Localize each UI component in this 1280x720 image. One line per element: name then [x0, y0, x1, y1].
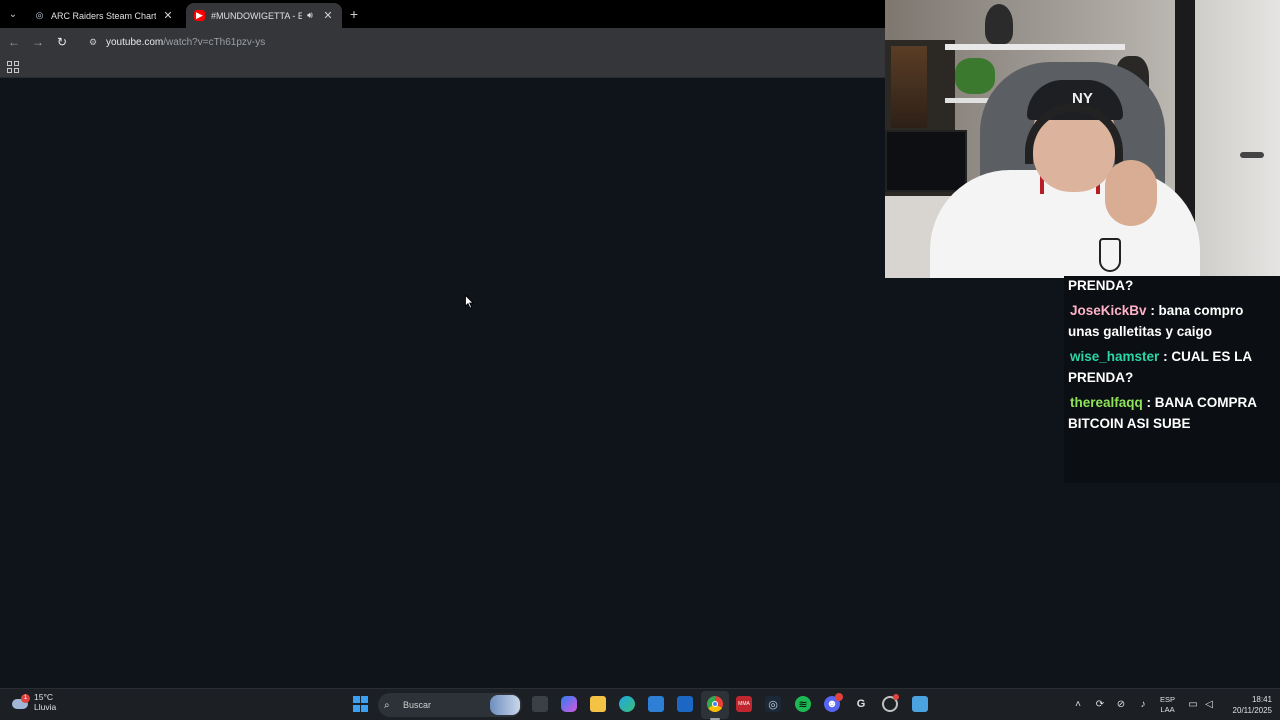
new-tab-button[interactable]: + — [346, 5, 362, 23]
chat-username: JoseKickBv — [1070, 302, 1147, 318]
close-icon[interactable]: ✕ — [162, 9, 174, 22]
chat-username: therealfaqq — [1070, 394, 1143, 410]
speaker-icon[interactable]: 🔊︎ — [304, 10, 316, 21]
windows-start-icon[interactable] — [352, 696, 368, 712]
forward-arrow-icon[interactable]: → — [30, 34, 46, 50]
keyboard-layout: LAA — [1160, 705, 1175, 714]
tab-search-button[interactable]: ⌄ — [4, 5, 22, 23]
mouse-cursor-icon — [465, 295, 474, 309]
clock[interactable]: 18:41 20/11/2025 — [1222, 694, 1272, 716]
edge-icon[interactable] — [619, 696, 635, 712]
weather-widget[interactable]: 1 15°C Lluvia — [10, 692, 56, 712]
file-explorer-icon[interactable] — [590, 696, 606, 712]
tab-title: ARC Raiders Steam Charts - Steam — [51, 10, 156, 21]
chat-overlay: PRENDA? JoseKickBv : bana compro unas ga… — [1064, 276, 1280, 483]
volume-icon[interactable]: ◁ — [1202, 697, 1216, 711]
weather-badge: 1 — [21, 694, 30, 703]
spotify-icon[interactable]: ≋ — [795, 696, 811, 712]
steam-icon[interactable]: ◎ — [765, 696, 781, 712]
close-icon[interactable]: ✕ — [322, 9, 334, 22]
chat-message: therealfaqq : BANA COMPRA BITCOIN ASI SU… — [1068, 392, 1276, 435]
search-highlight-image — [490, 695, 520, 715]
taskbar-search[interactable]: ⌕ Buscar — [378, 693, 522, 717]
microphone-icon[interactable]: ♪ — [1136, 697, 1150, 711]
youtube-icon: ▶ — [194, 10, 205, 21]
microsoft-store-icon[interactable] — [648, 696, 664, 712]
back-arrow-icon[interactable]: ← — [6, 34, 22, 50]
remote-desktop-icon[interactable] — [912, 696, 928, 712]
tab-youtube[interactable]: ▶ #MUNDOWIGETTA - EL COMIENZO 🔊︎ ✕ — [186, 3, 342, 28]
chat-username: wise_hamster — [1070, 348, 1160, 364]
language-code: ESP — [1160, 695, 1176, 704]
language-indicator[interactable]: ESP LAA — [1160, 695, 1175, 715]
chat-message: wise_hamster : CUAL ES LA PRENDA? — [1068, 346, 1276, 389]
chat-message: JoseKickBv : bana compro unas galletitas… — [1068, 300, 1276, 343]
webcam-overlay: NY — [885, 0, 1280, 278]
rain-cloud-icon: 1 — [10, 692, 30, 712]
copilot-icon[interactable] — [561, 696, 577, 712]
clock-time: 18:41 — [1251, 695, 1272, 704]
chevron-up-icon[interactable]: ˄ — [1071, 697, 1085, 711]
address-bar[interactable]: ⚙ youtube.com/watch?v=cTh61pzv-ys — [80, 31, 880, 53]
tab-steam-charts[interactable]: ◎ ARC Raiders Steam Charts - Steam ✕ — [26, 3, 182, 28]
app-mma-icon[interactable]: MMA — [736, 696, 752, 712]
clock-date: 20/11/2025 — [1232, 706, 1272, 715]
search-placeholder: Buscar — [403, 700, 432, 710]
weather-desc: Lluvia — [34, 702, 57, 712]
steam-icon: ◎ — [35, 10, 44, 20]
notification-badge — [835, 693, 843, 701]
url-host: youtube.com — [106, 36, 164, 48]
search-icon: ⌕ — [384, 699, 390, 711]
display-icon[interactable]: ▭ — [1186, 697, 1200, 711]
outlook-icon[interactable] — [677, 696, 693, 712]
network-off-icon[interactable]: ⊘ — [1114, 697, 1128, 711]
taskbar: 1 15°C Lluvia ⌕ Buscar MMA ◎ ≋ ☻ G ˄ ⟳ ⊘… — [0, 688, 1280, 720]
url-path: /watch?v=cTh61pzv-ys — [163, 36, 266, 48]
chat-partial-line: PRENDA? — [1068, 278, 1134, 293]
sync-icon[interactable]: ⟳ — [1093, 697, 1107, 711]
site-info-icon[interactable]: ⚙ — [86, 35, 100, 49]
reload-icon[interactable]: ↻ — [54, 34, 70, 50]
task-view-icon[interactable] — [532, 696, 548, 712]
weather-temp: 15°C — [34, 692, 53, 702]
tab-title: #MUNDOWIGETTA - EL COMIENZO — [211, 10, 302, 21]
apps-grid-icon[interactable] — [7, 61, 19, 73]
g-hub-icon[interactable]: G — [853, 696, 869, 712]
notification-badge — [893, 694, 899, 700]
